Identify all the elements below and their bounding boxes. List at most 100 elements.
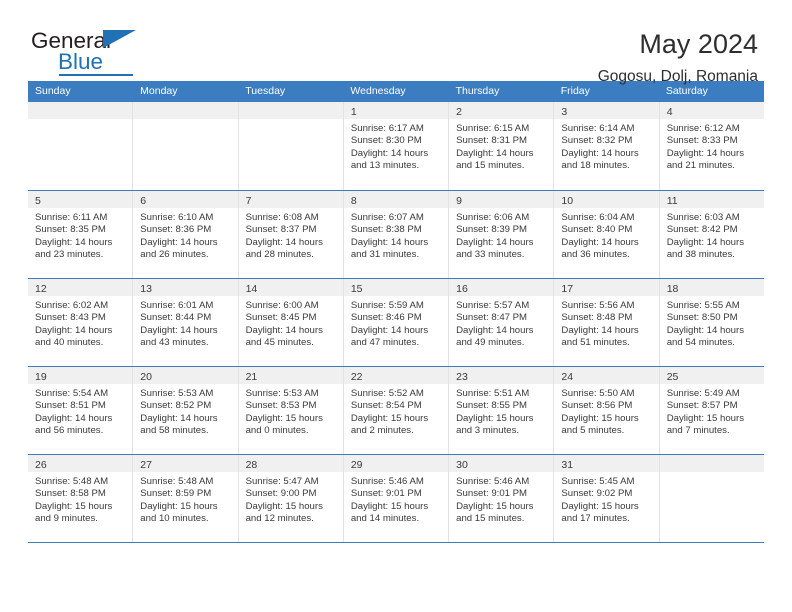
day-detail-line: Sunset: 8:53 PM <box>245 400 317 412</box>
calendar-week-row: 1 Sunrise: 6:17 AM Sunset: 8:30 PM Daylight… <box>28 102 764 190</box>
calendar-day-cell[interactable]: 10 Sunrise: 6:04 AM Sunset: 8:40 PM Dayligh… <box>554 191 660 278</box>
calendar-day-cell[interactable]: 4 Sunrise: 6:12 AM Sunset: 8:33 PM Daylight… <box>659 102 764 190</box>
calendar-day-cell[interactable]: 13 Sunrise: 6:01 AM Sunset: 8:44 PM Dayligh… <box>133 279 239 366</box>
day-detail-line: and 9 minutes. <box>35 512 98 524</box>
day-details: Sunrise: 5:57 AM Sunset: 8:47 PM Daylight:… <box>449 296 553 349</box>
day-number: 9 <box>456 195 462 207</box>
day-detail-line: Daylight: 15 hours <box>561 412 639 424</box>
day-detail-line: Daylight: 15 hours <box>245 500 323 512</box>
day-number: 6 <box>140 195 147 207</box>
calendar-day-cell[interactable]: 7 Sunrise: 6:08 AM Sunset: 8:37 PM Daylight… <box>238 191 344 278</box>
day-detail-line: Daylight: 15 hours <box>456 412 534 424</box>
day-detail-line: Daylight: 14 hours <box>35 236 113 248</box>
day-number: 18 <box>666 283 679 295</box>
calendar-day-cell[interactable]: 2 Sunrise: 6:15 AM Sunset: 8:31 PM Daylight… <box>449 102 555 190</box>
title-block: May 2024 Gogosu, Dolj, Romania <box>598 28 758 88</box>
day-detail-line: Sunrise: 6:08 AM <box>245 212 319 223</box>
calendar-day-cell[interactable]: 17 Sunrise: 5:56 AM Sunset: 8:48 PM Dayligh… <box>554 279 660 366</box>
day-detail-line: Daylight: 14 hours <box>140 412 218 424</box>
day-detail-line: and 15 minutes. <box>456 159 525 171</box>
calendar-day-cell[interactable]: 5 Sunrise: 6:11 AM Sunset: 8:35 PM Daylight… <box>28 191 134 278</box>
calendar-day-empty <box>238 102 344 190</box>
day-details: Sunrise: 6:17 AM Sunset: 8:30 PM Daylight:… <box>344 119 448 172</box>
day-number-band: 21 <box>238 367 343 384</box>
day-detail-line: Sunrise: 6:01 AM <box>140 300 214 311</box>
weekday-header-friday: Friday <box>560 85 590 97</box>
day-detail-line: and 54 minutes. <box>666 336 735 348</box>
day-detail-line: Sunrise: 5:51 AM <box>456 388 530 399</box>
day-detail-line: Daylight: 15 hours <box>350 500 429 512</box>
day-details <box>133 119 237 123</box>
calendar-day-cell[interactable]: 8 Sunrise: 6:07 AM Sunset: 8:38 PM Daylight… <box>343 191 450 278</box>
day-detail-line: and 10 minutes. <box>140 512 209 524</box>
day-details <box>660 472 764 476</box>
day-detail-line: Sunrise: 5:50 AM <box>561 388 635 399</box>
calendar-day-cell[interactable]: 3 Sunrise: 6:14 AM Sunset: 8:32 PM Daylight… <box>554 102 660 190</box>
day-detail-line: Daylight: 14 hours <box>666 147 745 159</box>
calendar-day-cell[interactable]: 19 Sunrise: 5:54 AM Sunset: 8:51 PM Dayligh… <box>28 367 134 454</box>
calendar-day-cell[interactable]: 18 Sunrise: 5:55 AM Sunset: 8:50 PM Dayligh… <box>659 279 764 366</box>
day-detail-line: Sunrise: 6:00 AM <box>245 300 319 311</box>
day-details: Sunrise: 5:45 AM Sunset: 9:02 PM Daylight:… <box>554 472 658 525</box>
calendar-day-cell[interactable]: 11 Sunrise: 6:03 AM Sunset: 8:42 PM Dayligh… <box>659 191 764 278</box>
day-number-band: 4 <box>659 102 764 119</box>
calendar-day-cell[interactable]: 31 Sunrise: 5:45 AM Sunset: 9:02 PM Dayligh… <box>554 455 660 542</box>
day-number-band: 3 <box>554 102 659 119</box>
day-detail-line: Sunrise: 5:56 AM <box>561 300 635 311</box>
calendar-day-cell[interactable]: 26 Sunrise: 5:48 AM Sunset: 8:58 PM Dayligh… <box>28 455 134 542</box>
day-detail-line: Sunset: 8:44 PM <box>140 312 212 324</box>
calendar-day-cell[interactable]: 14 Sunrise: 6:00 AM Sunset: 8:45 PM Dayligh… <box>238 279 344 366</box>
calendar-day-cell[interactable]: 1 Sunrise: 6:17 AM Sunset: 8:30 PM Daylight… <box>343 102 450 190</box>
logo-triangle-icon <box>103 30 136 48</box>
day-detail-line: Daylight: 14 hours <box>350 147 429 159</box>
calendar-day-cell[interactable]: 22 Sunrise: 5:52 AM Sunset: 8:54 PM Dayligh… <box>343 367 450 454</box>
day-number: 12 <box>35 283 47 295</box>
calendar-day-cell[interactable]: 23 Sunrise: 5:51 AM Sunset: 8:55 PM Dayligh… <box>449 367 555 454</box>
day-detail-line: Sunset: 8:39 PM <box>456 224 528 236</box>
calendar-day-cell[interactable]: 15 Sunrise: 5:59 AM Sunset: 8:46 PM Dayligh… <box>343 279 450 366</box>
general-blue-logo[interactable]: General Blue <box>31 28 143 76</box>
day-detail-line: Daylight: 14 hours <box>561 147 639 159</box>
day-details: Sunrise: 5:54 AM Sunset: 8:51 PM Daylight:… <box>28 384 132 437</box>
calendar-day-cell[interactable]: 6 Sunrise: 6:10 AM Sunset: 8:36 PM Daylight… <box>133 191 239 278</box>
day-detail-line: Sunset: 9:01 PM <box>350 488 422 500</box>
calendar-day-cell[interactable]: 29 Sunrise: 5:46 AM Sunset: 9:01 PM Dayligh… <box>343 455 450 542</box>
calendar-day-cell[interactable]: 28 Sunrise: 5:47 AM Sunset: 9:00 PM Dayligh… <box>238 455 344 542</box>
day-number-band: 7 <box>238 191 343 208</box>
day-detail-line: Daylight: 15 hours <box>666 412 745 424</box>
day-detail-line: Sunset: 8:59 PM <box>140 488 212 500</box>
day-detail-line: and 56 minutes. <box>35 424 104 436</box>
day-detail-line: Sunset: 8:33 PM <box>666 135 738 147</box>
day-details <box>28 119 132 123</box>
calendar-day-cell[interactable]: 12 Sunrise: 6:02 AM Sunset: 8:43 PM Dayligh… <box>28 279 134 366</box>
calendar-day-cell[interactable]: 24 Sunrise: 5:50 AM Sunset: 8:56 PM Dayligh… <box>554 367 660 454</box>
day-number: 14 <box>245 283 258 295</box>
day-detail-line: and 5 minutes. <box>561 424 625 436</box>
day-detail-line: Daylight: 15 hours <box>245 412 323 424</box>
day-details: Sunrise: 6:11 AM Sunset: 8:35 PM Daylight:… <box>28 208 132 261</box>
day-detail-line: and 3 minutes. <box>456 424 520 436</box>
day-detail-line: and 38 minutes. <box>666 248 735 260</box>
day-detail-line: and 14 minutes. <box>350 512 420 524</box>
calendar-day-cell[interactable]: 16 Sunrise: 5:57 AM Sunset: 8:47 PM Dayligh… <box>449 279 555 366</box>
day-number-band <box>133 102 238 119</box>
calendar-week-row: 26 Sunrise: 5:48 AM Sunset: 8:58 PM Dayligh… <box>28 454 764 542</box>
weekday-header-saturday: Saturday <box>665 85 708 97</box>
calendar-day-cell[interactable]: 20 Sunrise: 5:53 AM Sunset: 8:52 PM Dayligh… <box>133 367 239 454</box>
calendar-day-cell[interactable]: 27 Sunrise: 5:48 AM Sunset: 8:59 PM Dayligh… <box>133 455 239 542</box>
calendar-day-cell[interactable]: 30 Sunrise: 5:46 AM Sunset: 9:01 PM Dayligh… <box>449 455 555 542</box>
calendar-day-cell[interactable]: 25 Sunrise: 5:49 AM Sunset: 8:57 PM Dayligh… <box>659 367 764 454</box>
calendar-day-cell[interactable]: 21 Sunrise: 5:53 AM Sunset: 8:53 PM Dayligh… <box>238 367 344 454</box>
day-detail-line: Sunrise: 5:45 AM <box>561 476 635 487</box>
day-details: Sunrise: 5:55 AM Sunset: 8:50 PM Daylight:… <box>660 296 764 349</box>
logo-text-blue: Blue <box>58 49 104 74</box>
day-detail-line: Daylight: 14 hours <box>666 324 745 336</box>
day-detail-line: Sunset: 8:58 PM <box>35 488 106 500</box>
day-number-band: 1 <box>343 102 449 119</box>
day-details: Sunrise: 6:06 AM Sunset: 8:39 PM Daylight:… <box>449 208 553 261</box>
day-detail-line: Sunrise: 6:03 AM <box>666 212 740 223</box>
day-details: Sunrise: 5:49 AM Sunset: 8:57 PM Daylight:… <box>660 384 764 437</box>
day-details: Sunrise: 6:00 AM Sunset: 8:45 PM Daylight:… <box>239 296 343 349</box>
day-detail-line: Daylight: 14 hours <box>245 236 323 248</box>
calendar-day-cell[interactable]: 9 Sunrise: 6:06 AM Sunset: 8:39 PM Daylight… <box>449 191 555 278</box>
